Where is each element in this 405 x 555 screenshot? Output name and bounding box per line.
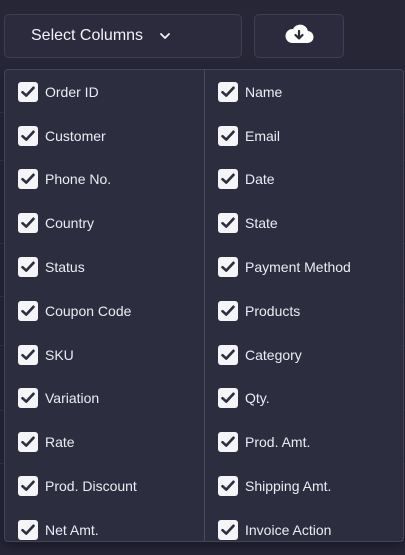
column-option-label: Products: [245, 302, 301, 319]
column-option-label: Rate: [45, 434, 75, 451]
column-option-label: Coupon Code: [45, 302, 132, 319]
checkbox-checked-icon[interactable]: [218, 388, 238, 409]
checkbox-checked-icon[interactable]: [218, 476, 238, 497]
checkbox-checked-icon[interactable]: [218, 169, 238, 190]
checkbox-checked-icon[interactable]: [18, 476, 38, 497]
column-option-sku[interactable]: SKU: [5, 333, 204, 377]
columns-dropdown: Order ID Customer Phone No. Country Status Co…: [4, 69, 404, 542]
toolbar: Select Columns: [4, 14, 344, 58]
column-option-phone-no[interactable]: Phone No.: [5, 158, 204, 202]
column-option-payment-method[interactable]: Payment Method: [205, 245, 403, 289]
column-option-country[interactable]: Country: [5, 201, 204, 245]
checkbox-checked-icon[interactable]: [218, 213, 238, 234]
column-option-label: Category: [245, 346, 302, 363]
chevron-down-icon: [159, 32, 171, 40]
column-option-label: Email: [245, 127, 281, 144]
column-option-label: Order ID: [45, 83, 99, 100]
column-option-status[interactable]: Status: [5, 245, 204, 289]
checkbox-checked-icon[interactable]: [218, 257, 238, 278]
checkbox-checked-icon[interactable]: [18, 388, 38, 409]
checkbox-checked-icon[interactable]: [218, 125, 238, 146]
column-option-label: Phone No.: [45, 171, 112, 188]
column-option-invoice-action[interactable]: Invoice Action: [205, 508, 403, 552]
column-option-label: Country: [45, 215, 95, 232]
columns-left-list: Order ID Customer Phone No. Country Status Co…: [5, 70, 204, 541]
checkbox-checked-icon[interactable]: [218, 432, 238, 453]
select-columns-label: Select Columns: [31, 27, 144, 44]
checkbox-checked-icon[interactable]: [18, 300, 38, 321]
column-option-label: Shipping Amt.: [245, 478, 332, 495]
column-option-label: Customer: [45, 127, 106, 144]
checkbox-checked-icon[interactable]: [18, 344, 38, 365]
column-option-label: SKU: [45, 346, 74, 363]
column-option-email[interactable]: Email: [205, 114, 403, 158]
column-option-shipping-amt[interactable]: Shipping Amt.: [205, 464, 403, 508]
download-button[interactable]: [254, 14, 344, 58]
column-option-variation[interactable]: Variation: [5, 377, 204, 421]
column-option-name[interactable]: Name: [205, 70, 403, 114]
column-option-qty[interactable]: Qty.: [205, 377, 403, 421]
column-option-label: Prod. Discount: [45, 478, 137, 495]
checkbox-checked-icon[interactable]: [18, 213, 38, 234]
checkbox-checked-icon[interactable]: [18, 432, 38, 453]
column-option-order-id[interactable]: Order ID: [5, 70, 204, 114]
column-option-prod-amt[interactable]: Prod. Amt.: [205, 420, 403, 464]
column-option-label: Variation: [45, 390, 100, 407]
column-option-coupon-code[interactable]: Coupon Code: [5, 289, 204, 333]
checkbox-checked-icon[interactable]: [218, 81, 238, 102]
checkbox-checked-icon[interactable]: [218, 300, 238, 321]
checkbox-checked-icon[interactable]: [18, 125, 38, 146]
checkbox-checked-icon[interactable]: [18, 257, 38, 278]
cloud-download-icon: [284, 23, 314, 50]
column-option-prod-discount[interactable]: Prod. Discount: [5, 464, 204, 508]
column-option-label: Prod. Amt.: [245, 434, 311, 451]
checkbox-checked-icon[interactable]: [18, 519, 38, 540]
column-option-label: Date: [245, 171, 275, 188]
column-option-rate[interactable]: Rate: [5, 420, 204, 464]
column-option-label: Qty.: [245, 390, 270, 407]
checkbox-checked-icon[interactable]: [218, 519, 238, 540]
select-columns-button[interactable]: Select Columns: [4, 14, 242, 58]
column-option-label: Net Amt.: [45, 521, 99, 538]
column-option-state[interactable]: State: [205, 201, 403, 245]
columns-right-list: Name Email Date State Payment Method Products…: [204, 70, 403, 541]
column-option-category[interactable]: Category: [205, 333, 403, 377]
checkbox-checked-icon[interactable]: [18, 81, 38, 102]
column-option-net-amt[interactable]: Net Amt.: [5, 508, 204, 552]
checkbox-checked-icon[interactable]: [18, 169, 38, 190]
column-option-date[interactable]: Date: [205, 158, 403, 202]
column-option-label: Name: [245, 83, 283, 100]
checkbox-checked-icon[interactable]: [218, 344, 238, 365]
column-option-label: Invoice Action: [245, 521, 332, 538]
column-option-label: State: [245, 215, 278, 232]
column-option-label: Payment Method: [245, 259, 351, 276]
column-option-customer[interactable]: Customer: [5, 114, 204, 158]
column-option-label: Status: [45, 259, 85, 276]
column-option-products[interactable]: Products: [205, 289, 403, 333]
